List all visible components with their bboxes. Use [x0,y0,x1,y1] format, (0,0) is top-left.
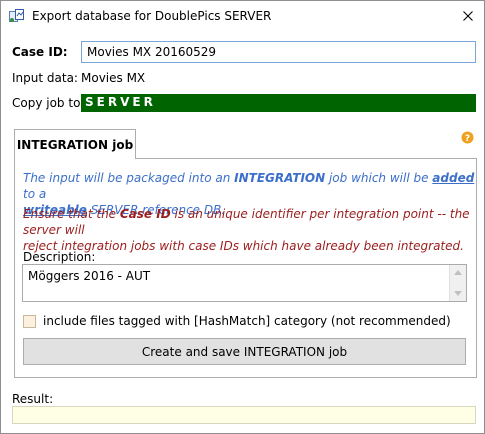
scroll-up-icon[interactable] [454,270,462,275]
copy-job-label: Copy job to: [12,96,85,110]
scroll-down-icon[interactable] [454,291,462,296]
create-integration-job-button[interactable]: Create and save INTEGRATION job [23,338,466,365]
tab-integration-job[interactable]: INTEGRATION job [14,129,136,159]
result-output [12,406,476,424]
export-dialog: Export database for DoublePics SERVER Ca… [0,0,485,434]
result-label: Result: [12,392,54,406]
help-icon[interactable]: ? [461,131,474,144]
description-value: Möggers 2016 - AUT [28,269,151,283]
integration-panel: The input will be packaged into an INTEG… [14,158,477,378]
close-button[interactable] [452,1,484,32]
window-title: Export database for DoublePics SERVER [32,9,272,23]
app-icon [9,8,25,24]
hashmatch-checkbox-label[interactable]: include files tagged with [HashMatch] ca… [43,314,451,328]
input-data-label: Input data: [12,71,78,85]
hashmatch-checkbox[interactable] [23,315,36,328]
svg-text:?: ? [465,134,470,144]
description-label: Description: [23,250,96,264]
description-scrollbar[interactable] [449,265,466,301]
input-data-value: Movies MX [81,71,146,85]
copy-job-target: SERVER [81,94,476,112]
title-bar: Export database for DoublePics SERVER [1,1,484,32]
warning-text: Ensure that the Case ID is an unique ide… [23,207,470,253]
close-icon [463,10,473,24]
case-id-label: Case ID: [12,45,68,59]
description-textarea[interactable]: Möggers 2016 - AUT [22,264,467,302]
case-id-input[interactable] [81,41,476,63]
